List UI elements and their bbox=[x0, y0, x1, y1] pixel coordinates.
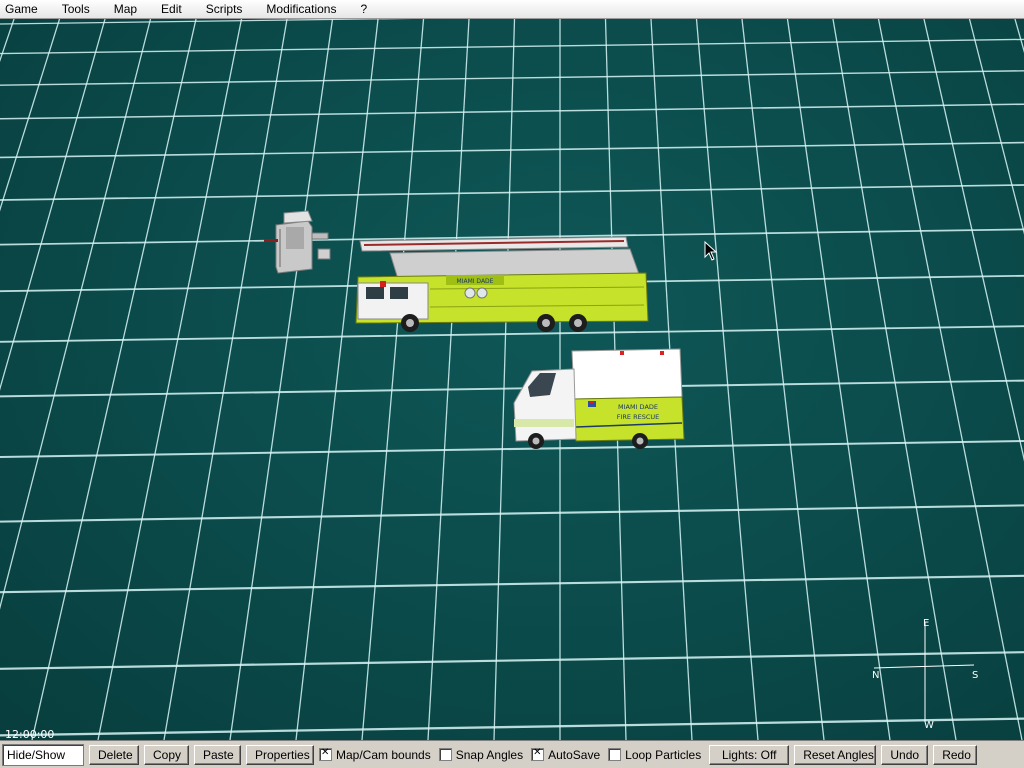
mouse-cursor-icon bbox=[704, 241, 718, 261]
aerial-basket-object[interactable] bbox=[262, 209, 334, 279]
grid-line bbox=[31, 19, 197, 740]
redo-button[interactable]: Redo bbox=[933, 744, 978, 765]
menu-help[interactable]: ? bbox=[354, 0, 373, 18]
compass-north-label: N bbox=[872, 670, 880, 681]
menu-game[interactable]: Game bbox=[0, 0, 44, 18]
grid-line bbox=[229, 19, 334, 740]
undo-button[interactable]: Undo bbox=[881, 744, 929, 765]
compass-south-label: S bbox=[972, 670, 979, 681]
game-clock: 12:00:00 bbox=[5, 728, 55, 740]
lights-button[interactable]: Lights: Off bbox=[709, 744, 790, 765]
grid-line bbox=[0, 141, 1024, 159]
compass-east-label: E bbox=[923, 618, 930, 629]
grid-line bbox=[0, 19, 152, 610]
grid-line bbox=[0, 574, 1024, 594]
grid-line bbox=[0, 19, 414, 25]
menu-edit[interactable]: Edit bbox=[155, 0, 188, 18]
menu-tools[interactable]: Tools bbox=[56, 0, 96, 18]
copy-button[interactable]: Copy bbox=[144, 744, 189, 765]
grid-line bbox=[0, 504, 1024, 523]
paste-button[interactable]: Paste bbox=[194, 744, 241, 765]
compass-cross-icon bbox=[873, 622, 975, 722]
grid-line bbox=[0, 38, 1024, 55]
editor-toolbar: Hide/Show Delete Copy Paste Properties M… bbox=[0, 740, 1024, 768]
loop-particles-toggle[interactable]: Loop Particles bbox=[608, 748, 701, 762]
map-cam-bounds-toggle[interactable]: Map/Cam bounds bbox=[319, 747, 431, 762]
ambulance-object[interactable]: MIAMI DADE FIRE RESCUE bbox=[510, 347, 688, 449]
grid-line bbox=[361, 19, 425, 740]
ladder-truck-object[interactable]: MIAMI DADE bbox=[350, 233, 650, 333]
snap-angles-label: Snap Angles bbox=[455, 747, 524, 762]
ambulance-livery-text-1: MIAMI DADE bbox=[618, 403, 658, 411]
properties-button[interactable]: Properties bbox=[246, 744, 314, 765]
grid-line bbox=[1014, 19, 1024, 54]
compass: E N S W bbox=[868, 616, 982, 732]
editor-viewport[interactable]: MIAMI DADE MIAMI DADE FIRE RESCUE 12:00:… bbox=[0, 19, 1024, 740]
truck-livery-text: MIAMI DADE bbox=[457, 278, 494, 285]
compass-west-label: W bbox=[924, 720, 934, 731]
reset-angles-button[interactable]: Reset Angles bbox=[794, 744, 877, 765]
grid-line bbox=[0, 70, 1024, 86]
menu-map[interactable]: Map bbox=[108, 0, 143, 18]
grid-line bbox=[295, 19, 379, 740]
map-cam-bounds-checkbox[interactable] bbox=[319, 747, 332, 761]
grid-line bbox=[695, 19, 759, 740]
snap-angles-checkbox[interactable] bbox=[438, 748, 452, 761]
grid-line bbox=[427, 19, 470, 740]
delete-button[interactable]: Delete bbox=[89, 744, 139, 765]
loop-particles-checkbox[interactable] bbox=[608, 748, 622, 761]
autosave-label: AutoSave bbox=[548, 747, 601, 762]
autosave-toggle[interactable]: AutoSave bbox=[531, 747, 601, 762]
menu-modifications[interactable]: Modifications bbox=[260, 0, 342, 18]
snap-angles-toggle[interactable]: Snap Angles bbox=[438, 747, 524, 762]
loop-particles-label: Loop Particles bbox=[625, 747, 702, 762]
menu-bar: Game Tools Map Edit Scripts Modification… bbox=[0, 0, 1024, 19]
grid-line bbox=[97, 19, 243, 740]
hide-show-field[interactable]: Hide/Show bbox=[2, 743, 84, 766]
grid-line bbox=[163, 19, 288, 740]
grid-line bbox=[0, 184, 1024, 201]
ambulance-livery-text-2: FIRE RESCUE bbox=[617, 413, 660, 421]
map-cam-bounds-label: Map/Cam bounds bbox=[336, 747, 431, 762]
grid-line bbox=[0, 19, 106, 391]
grid-line bbox=[0, 19, 61, 212]
autosave-checkbox[interactable] bbox=[531, 747, 545, 761]
grid-line bbox=[741, 19, 825, 740]
menu-scripts[interactable]: Scripts bbox=[200, 0, 249, 18]
